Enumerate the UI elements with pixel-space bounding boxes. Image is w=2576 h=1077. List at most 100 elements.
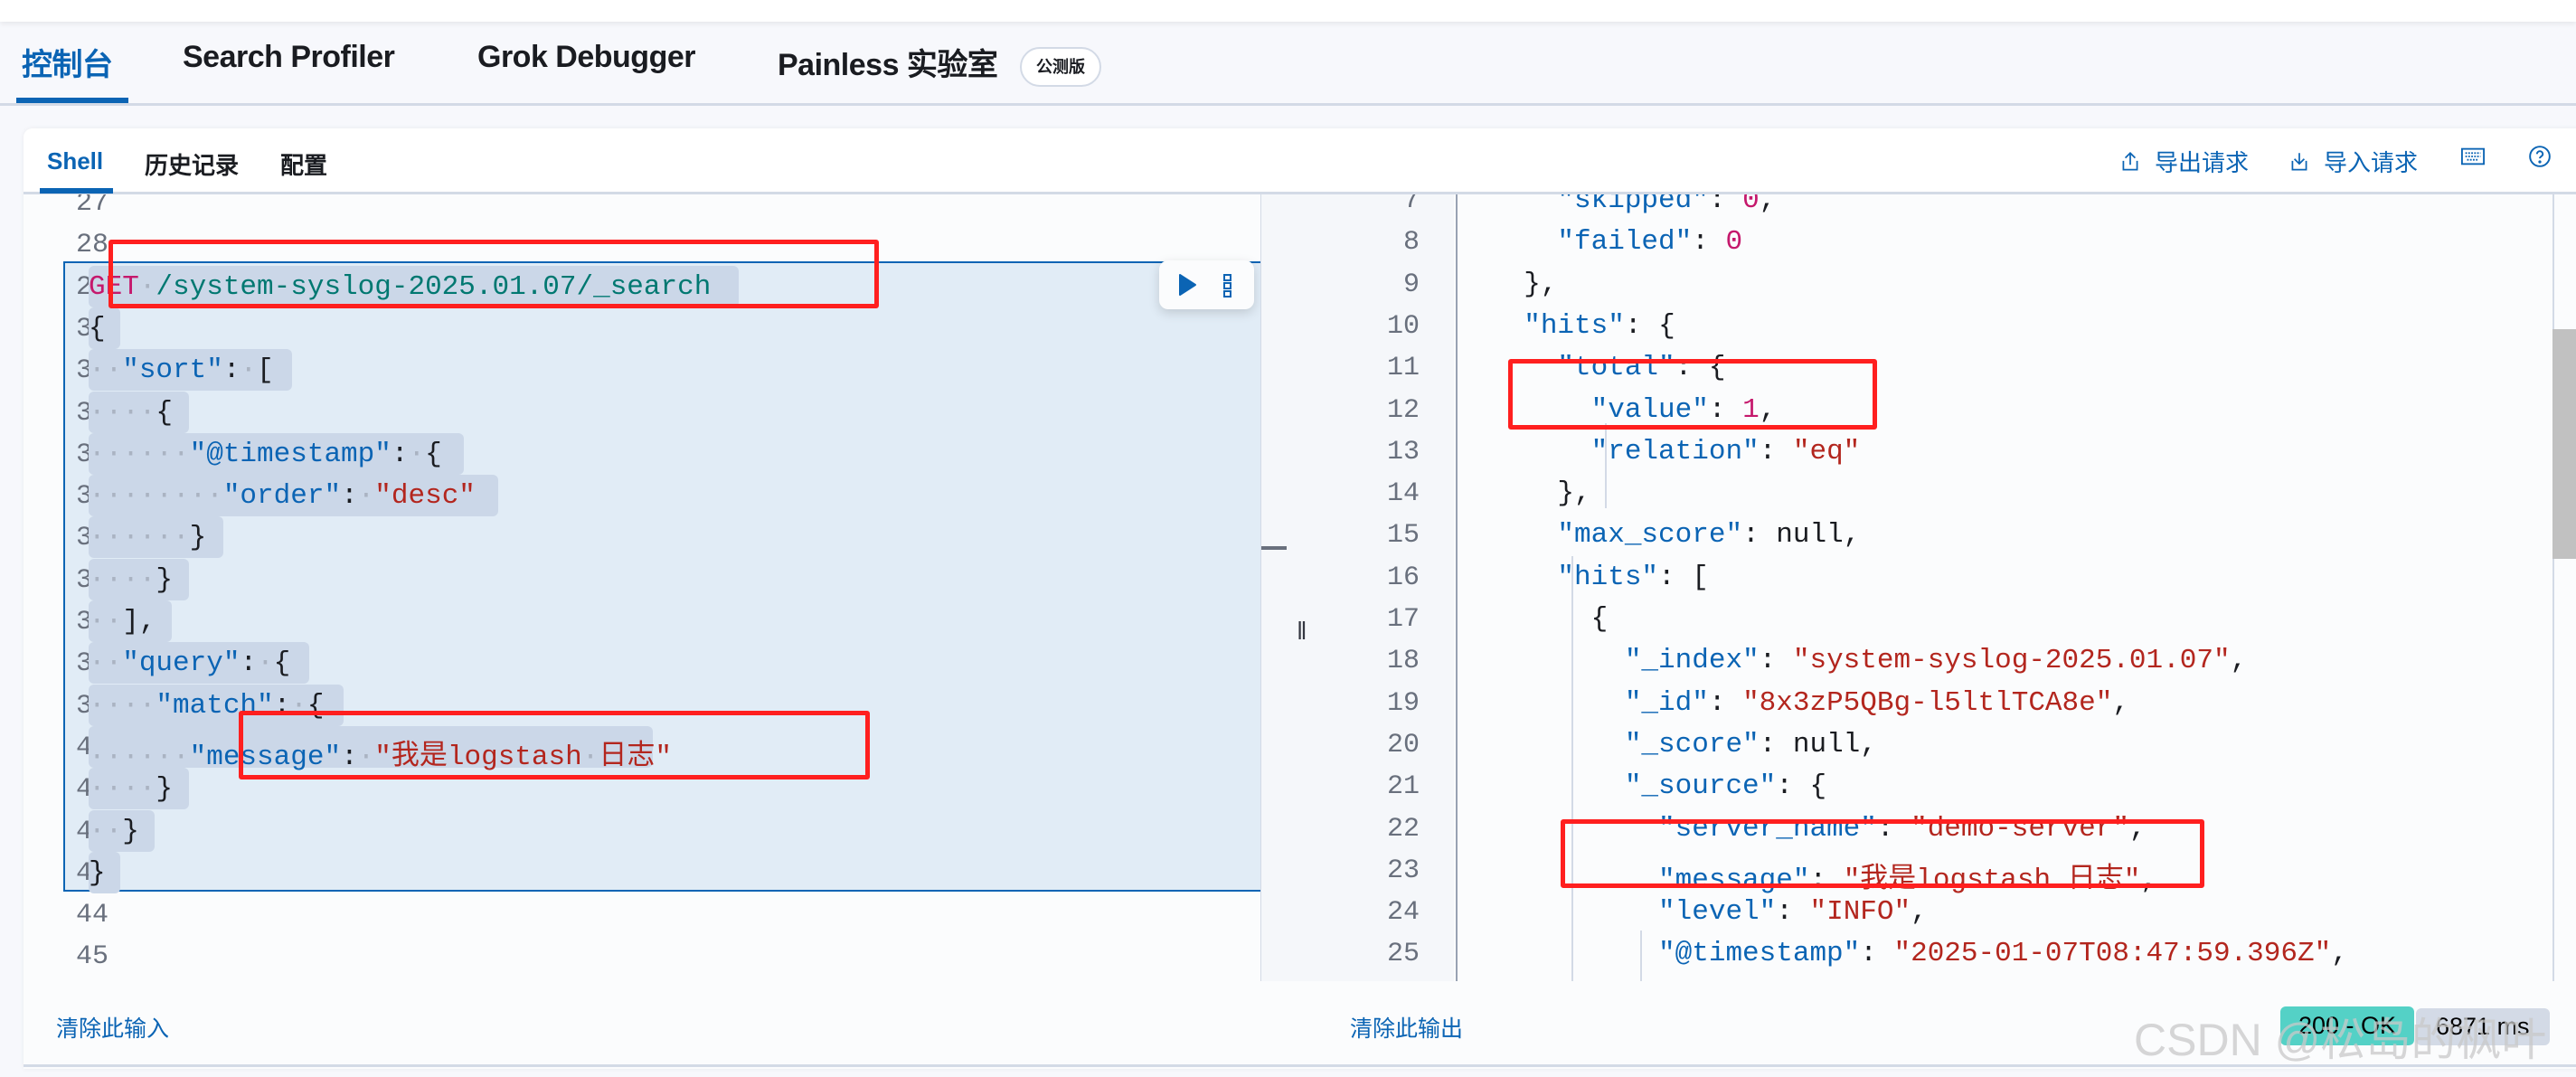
code-text: ····} [89, 563, 174, 596]
code-text: "failed": 0 [1557, 226, 1743, 259]
code-text: ····{ [89, 396, 174, 429]
code-text: }, [1524, 268, 1558, 300]
tab-config[interactable]: 配置 [280, 147, 327, 181]
output-line: 15 "max_score": null, [1318, 514, 2552, 555]
line-number: 13 [1386, 436, 1420, 468]
resize-handle-icon[interactable]: ‖ [1297, 617, 1307, 646]
output-line: 11 "total": { [1318, 346, 2552, 388]
output-line: 25 "@timestamp": "2025-01-07T08:47:59.39… [1318, 932, 2552, 974]
keyboard-shortcuts-button[interactable] [2461, 145, 2485, 168]
import-requests-button[interactable]: 导入请求 [2288, 145, 2418, 178]
top-bar [0, 0, 2576, 22]
code-text: "skipped": 0, [1557, 194, 1777, 216]
line-number: 17 [1386, 604, 1420, 635]
clear-input-link[interactable]: 清除此输入 [56, 1011, 169, 1044]
clear-output-link[interactable]: 清除此输出 [1350, 1011, 1463, 1044]
scroll-marker [1261, 546, 1287, 550]
code-text: }, [1557, 477, 1591, 510]
editor-line[interactable]: 42··} [24, 809, 1260, 852]
editor-line[interactable]: 38··"query":·{ [24, 642, 1260, 685]
tab-painless-lab[interactable]: Painless 实验室 [778, 40, 998, 84]
line-number: 18 [1386, 646, 1420, 677]
export-requests-label: 导出请求 [2155, 149, 2250, 176]
output-line: 18 "_index": "system-syslog-2025.01.07", [1318, 639, 2552, 681]
editor-line[interactable]: 32····{ [24, 391, 1260, 433]
active-subtab-indicator [40, 188, 113, 194]
editor-line[interactable]: 44 [24, 893, 1260, 935]
code-text: { [89, 312, 106, 345]
editor-line[interactable]: 27 [24, 194, 1260, 223]
code-text: "_id": "8x3zP5QBg-l5ltlTCA8e", [1624, 686, 2129, 719]
editor-line[interactable]: 34········"order":·"desc" [24, 475, 1260, 517]
editor-line[interactable]: 36····} [24, 558, 1260, 600]
editor-line[interactable]: 43} [24, 851, 1260, 893]
tab-history[interactable]: 历史记录 [145, 147, 239, 181]
line-number: 25 [1386, 939, 1420, 970]
annotation-box-request-line [109, 240, 879, 308]
status-badge: 200 - OK [2280, 1006, 2415, 1045]
input-footer [24, 981, 1260, 1067]
editor-line[interactable]: 30{ [24, 307, 1260, 349]
code-text: "_score": null, [1624, 728, 1877, 761]
code-text: ··], [89, 606, 156, 638]
output-line: 20 "_score": null, [1318, 723, 2552, 765]
annotation-box-hits-value [1508, 359, 1877, 430]
line-number: 19 [1386, 687, 1420, 719]
export-requests-button[interactable]: 导出请求 [2118, 145, 2249, 178]
code-text: ······"@timestamp":·{ [89, 438, 442, 470]
line-number: 21 [1386, 771, 1420, 803]
request-editor[interactable]: 272829GET·/system-syslog-2025.01.07/_sea… [24, 194, 1260, 981]
more-actions-icon[interactable] [1222, 273, 1233, 298]
code-text: "hits": [ [1557, 561, 1709, 593]
line-number: 11 [1386, 353, 1420, 384]
output-line: 17 { [1318, 598, 2552, 639]
code-text: "relation": "eq" [1590, 435, 1861, 468]
beta-badge: 公测版 [1020, 47, 1101, 87]
output-line: 14 }, [1318, 472, 2552, 514]
tab-grok-debugger[interactable]: Grok Debugger [477, 40, 695, 75]
keyboard-icon [2461, 147, 2485, 165]
code-text: ······} [89, 522, 207, 554]
play-icon[interactable] [1177, 273, 1197, 297]
export-icon [2122, 151, 2138, 171]
line-number: 16 [1386, 562, 1420, 593]
code-text: ··"query":·{ [89, 647, 291, 680]
tab-shell[interactable]: Shell [47, 147, 103, 175]
code-text: "level": "INFO", [1658, 896, 1928, 929]
code-text: ····} [89, 773, 174, 806]
tab-console[interactable]: 控制台 [22, 40, 113, 84]
import-requests-label: 导入请求 [2324, 149, 2419, 176]
code-text: "hits": { [1524, 309, 1675, 342]
code-text: ··} [89, 815, 139, 847]
editor-line[interactable]: 45 [24, 935, 1260, 977]
code-text: "@timestamp": "2025-01-07T08:47:59.396Z"… [1658, 938, 2348, 970]
output-line: 9 }, [1318, 263, 2552, 305]
annotation-box-query-message [239, 711, 870, 779]
code-text: } [89, 856, 106, 889]
editor-line[interactable]: 31··"sort":·[ [24, 349, 1260, 392]
request-actions-popover [1159, 260, 1254, 309]
output-line: 10 "hits": { [1318, 305, 2552, 346]
active-tab-indicator [16, 98, 128, 103]
code-text: "_source": { [1624, 770, 1827, 803]
output-line: 26 "level_value": 20000, [1318, 975, 2552, 981]
line-number: 44 [75, 900, 109, 931]
output-line: 19 "_id": "8x3zP5QBg-l5ltlTCA8e", [1318, 682, 2552, 723]
panel-splitter[interactable] [1260, 194, 1319, 981]
line-number: 22 [1386, 813, 1420, 845]
tab-search-profiler[interactable]: Search Profiler [183, 40, 395, 75]
code-text: { [1590, 603, 1609, 635]
line-number: 9 [1402, 269, 1420, 300]
line-number: 10 [1386, 310, 1420, 342]
line-number: 24 [1386, 897, 1420, 929]
output-scrollbar-thumb[interactable] [2552, 329, 2576, 559]
editor-line[interactable]: 35······} [24, 516, 1260, 559]
editor-line[interactable]: 37··], [24, 600, 1260, 642]
output-line: 21 "_source": { [1318, 765, 2552, 807]
line-number: 15 [1386, 520, 1420, 552]
output-scrollbar[interactable] [2552, 194, 2576, 981]
editor-line[interactable]: 33······"@timestamp":·{ [24, 432, 1260, 475]
output-line: 16 "hits": [ [1318, 556, 2552, 598]
help-icon [2529, 146, 2551, 167]
help-button[interactable] [2528, 145, 2552, 168]
